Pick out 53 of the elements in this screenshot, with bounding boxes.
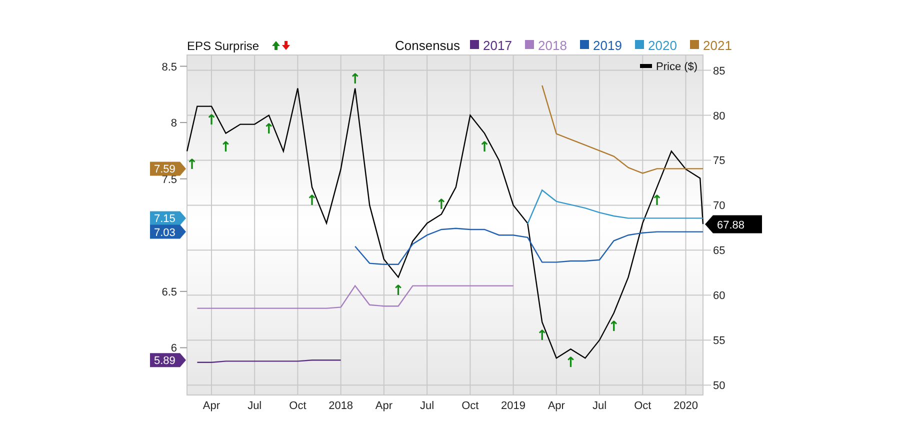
down-arrow-icon — [282, 41, 290, 50]
annotation-arrow: ↑ — [536, 328, 548, 344]
value-tag: 7.15 — [150, 211, 186, 226]
annotation-arrow: ↑ — [306, 193, 318, 210]
axis-tick-label: 85 — [713, 65, 726, 78]
annotation-arrow: ↑ — [608, 319, 620, 336]
axis-tick-label: 55 — [713, 335, 726, 348]
axis-tick-label: 75 — [713, 155, 726, 168]
axis-tick-label: 6 — [170, 342, 177, 355]
axis-tick-label: Jul — [592, 400, 607, 412]
axis-tick-label: Jul — [420, 400, 434, 412]
axis-tick-label: Oct — [462, 400, 479, 412]
axis-tick-label: 6.5 — [162, 286, 177, 298]
axis-tick-label: Apr — [202, 400, 220, 412]
annotation-arrow: ↑ — [651, 193, 663, 210]
annotation-arrow: ↑ — [392, 283, 404, 300]
axis-tick-label: 80 — [713, 110, 726, 122]
axis-tick-label: Oct — [289, 400, 306, 412]
value-tag: 7.03 — [150, 224, 186, 239]
annotation-arrow: ↑ — [478, 139, 490, 156]
value-tag: 7.59 — [150, 162, 186, 176]
axis-tick-label: 65 — [713, 245, 726, 258]
axis-tick-label: 50 — [713, 380, 726, 392]
axis-tick-label: 60 — [713, 290, 726, 302]
legend-label: Price ($) — [656, 61, 698, 73]
axis-tick-label: 2019 — [501, 400, 526, 412]
annotation-arrow: ↑ — [220, 139, 232, 156]
axis-tick-label: 8.5 — [162, 61, 177, 74]
value-tag: 5.89 — [150, 353, 186, 368]
axis-tick-label: 8 — [170, 118, 177, 130]
legend-label: 2018 — [538, 38, 567, 53]
legend-label: 2020 — [648, 38, 677, 53]
axis-tick-label: Apr — [375, 400, 392, 412]
legend-label: 2021 — [703, 38, 732, 53]
annotation-arrow: ↑ — [436, 197, 448, 214]
legend-label: 2017 — [483, 38, 512, 53]
eps-surprise-label: EPS Surprise — [187, 39, 260, 53]
annotation-arrow: ↑ — [263, 121, 275, 138]
annotation-arrow: ↑ — [349, 71, 362, 88]
axis-tick-label: 7.5 — [162, 174, 177, 186]
annotation-arrow: ↑ — [206, 112, 218, 128]
axis-tick-label: Oct — [634, 400, 652, 412]
axis-tick-label: Jul — [248, 400, 262, 412]
axis-tick-label: Apr — [548, 400, 565, 412]
price-tag: 67.88 — [705, 215, 762, 234]
axis-tick-label: 70 — [713, 200, 726, 212]
axis-tick-label: 2020 — [674, 400, 698, 412]
annotation-arrow: ↑ — [186, 157, 198, 174]
up-arrow-icon — [272, 41, 280, 50]
legend-label: 2019 — [593, 38, 622, 53]
axis-tick-label: 2018 — [328, 400, 354, 412]
legend-title: Consensus — [395, 38, 460, 53]
annotation-arrow: ↑ — [564, 355, 577, 372]
